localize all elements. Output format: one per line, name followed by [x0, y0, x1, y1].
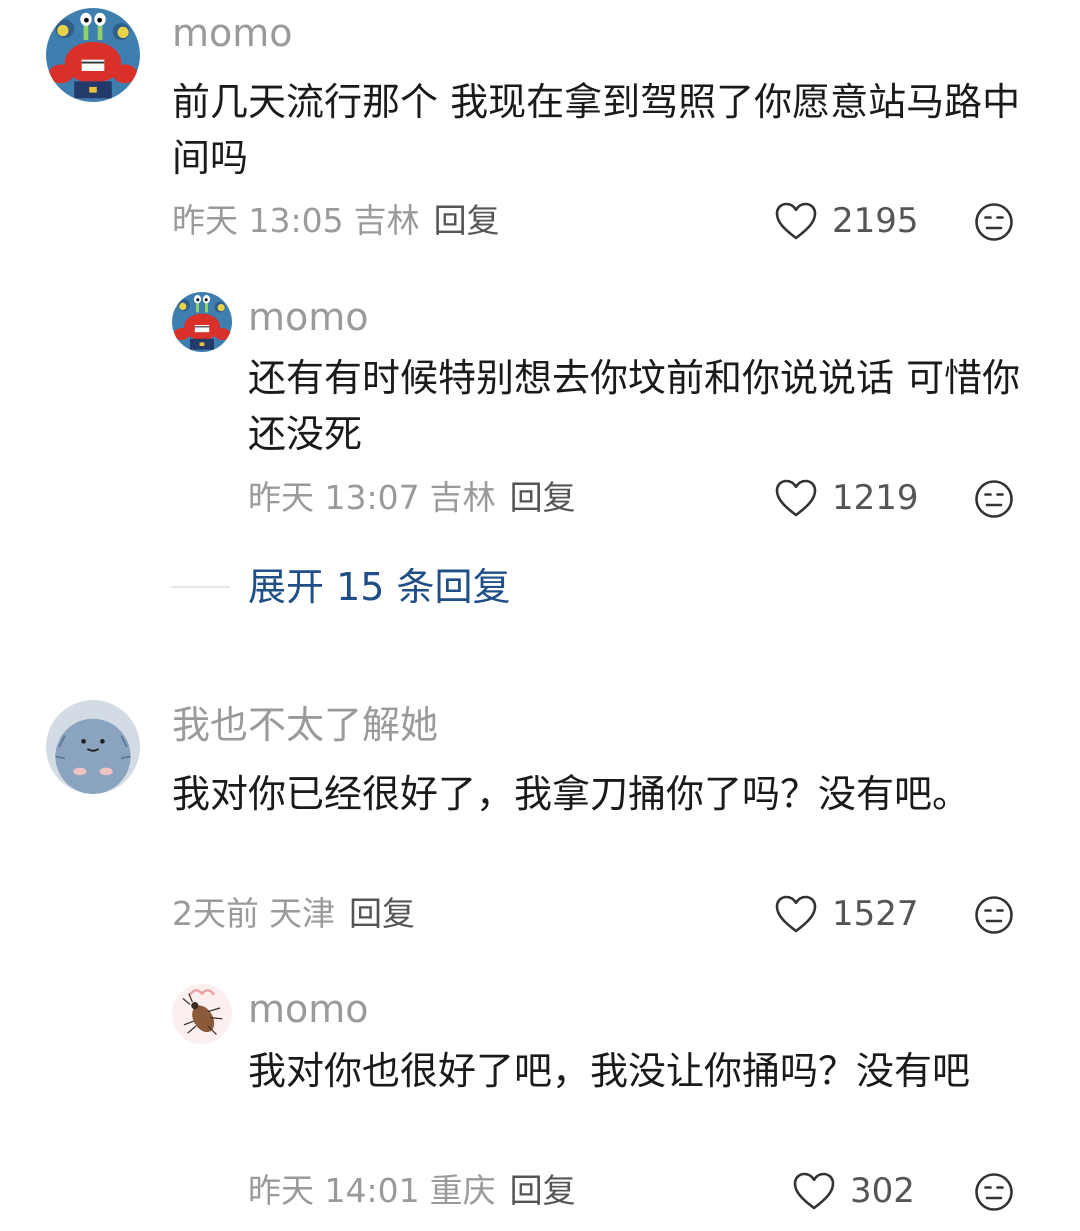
comment-author[interactable]: momo — [248, 990, 369, 1028]
user-avatar[interactable] — [172, 984, 232, 1044]
dislike-icon[interactable] — [974, 1172, 1014, 1212]
comment-meta: 昨天 14:01 重庆 回复 — [248, 1174, 576, 1207]
comment-time: 昨天 14:01 — [248, 1171, 420, 1210]
heart-icon — [792, 1171, 836, 1211]
comment-location: 重庆 — [429, 1171, 496, 1210]
like-count: 302 — [850, 1171, 915, 1211]
reply-button[interactable]: 回复 — [510, 1171, 576, 1210]
comment-text: 我对你也很好了吧，我没让你捅吗？没有吧 — [248, 1049, 971, 1093]
like-button[interactable]: 302 — [792, 1171, 915, 1211]
reply-item: momo 我对你也很好了吧，我没让你捅吗？没有吧 昨天 14:01 重庆 回复 30… — [0, 0, 1080, 1231]
